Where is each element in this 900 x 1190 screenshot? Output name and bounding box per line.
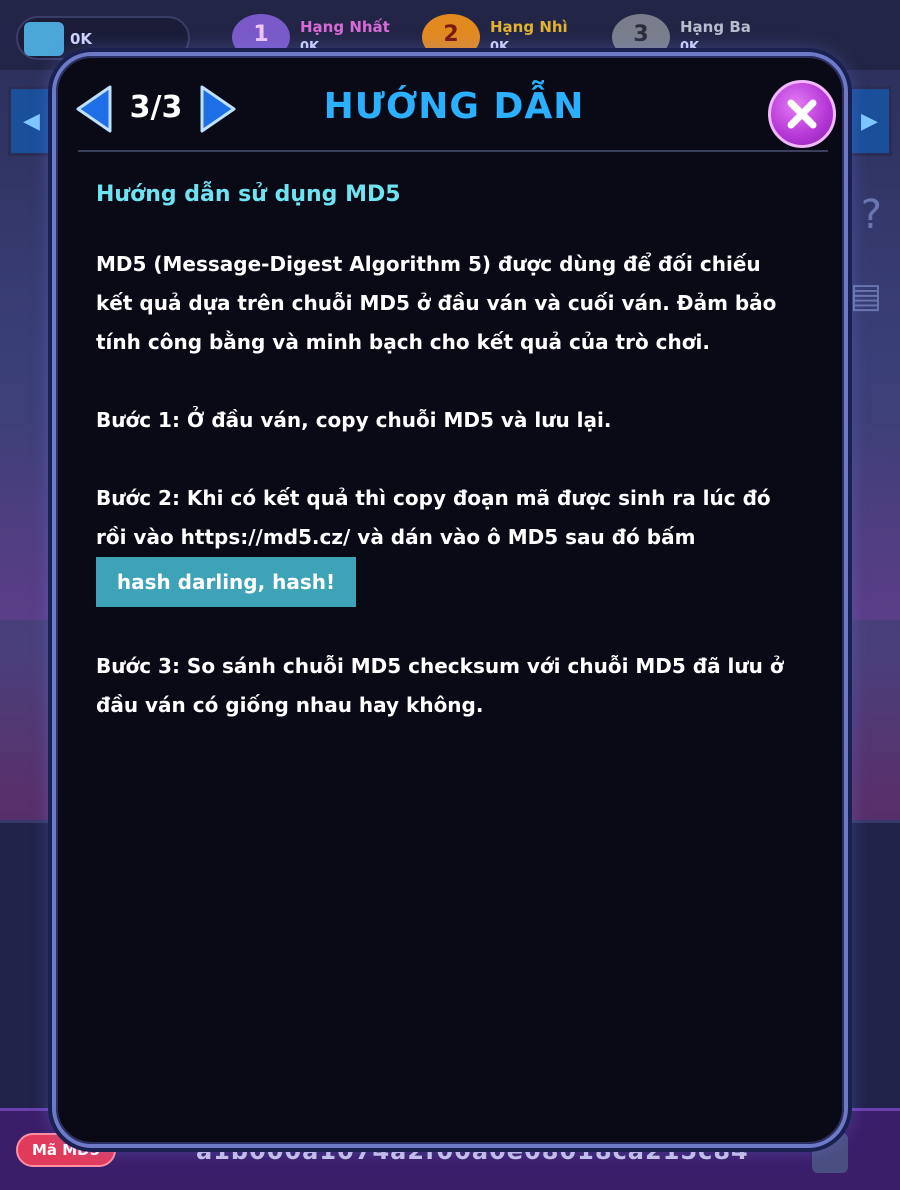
step-2-text: và dán vào ô MD5 sau đó bấm: [350, 525, 696, 549]
header-divider: [78, 150, 828, 152]
rank-number: 1: [253, 22, 269, 47]
help-icon[interactable]: ?: [861, 192, 882, 238]
wallet-value: 0K: [70, 30, 93, 48]
step-1: Bước 1: Ở đầu ván, copy chuỗi MD5 và lưu…: [96, 408, 612, 432]
rank-label: Hạng Nhì: [490, 18, 568, 36]
step-2-line: Bước 2: Khi có kết quả thì copy đoạn mã …: [96, 486, 771, 510]
step-2-line: rồi vào https://md5.cz/ và dán vào ô MD5…: [96, 518, 812, 557]
step-3-line: đầu ván có giống nhau hay không.: [96, 693, 484, 717]
next-page-button[interactable]: [196, 84, 240, 134]
bg-prev-button[interactable]: ◀: [8, 86, 54, 156]
wallet-icon: [24, 22, 64, 56]
rank-number: 2: [443, 22, 459, 47]
hash-darling-button[interactable]: hash darling, hash!: [96, 557, 356, 607]
step-3-line: Bước 3: So sánh chuỗi MD5 checksum với c…: [96, 654, 784, 678]
md5-site-link[interactable]: https://md5.cz/: [181, 525, 351, 549]
close-button[interactable]: [768, 80, 836, 148]
rank-number: 3: [633, 22, 649, 47]
close-icon: [787, 99, 817, 129]
intro-line: kết quả dựa trên chuỗi MD5 ở đầu ván và …: [96, 291, 777, 315]
section-subtitle: Hướng dẫn sử dụng MD5: [96, 182, 401, 207]
guide-content: Hướng dẫn sử dụng MD5 MD5 (Message-Diges…: [96, 182, 812, 725]
arrow-left-icon: [76, 85, 112, 133]
bg-next-button[interactable]: ▶: [846, 86, 892, 156]
intro-line: MD5 (Message-Digest Algorithm 5) được dù…: [96, 252, 761, 276]
guide-modal: 3/3 HƯỚNG DẪN Hướng dẫn sử dụng MD5 MD5 …: [52, 52, 848, 1148]
rank-label: Hạng Nhất: [300, 18, 390, 36]
modal-title: HƯỚNG DẪN: [323, 86, 585, 127]
page-indicator: 3/3: [129, 90, 183, 125]
rank-label: Hạng Ba: [680, 18, 751, 36]
document-icon[interactable]: ▤: [850, 276, 882, 316]
step-2-text: rồi vào: [96, 525, 181, 549]
arrow-right-icon: [200, 85, 236, 133]
chevron-left-icon: ◀: [23, 109, 40, 134]
chevron-right-icon: ▶: [861, 109, 878, 134]
prev-page-button[interactable]: [72, 84, 116, 134]
intro-line: tính công bằng và minh bạch cho kết quả …: [96, 330, 710, 354]
